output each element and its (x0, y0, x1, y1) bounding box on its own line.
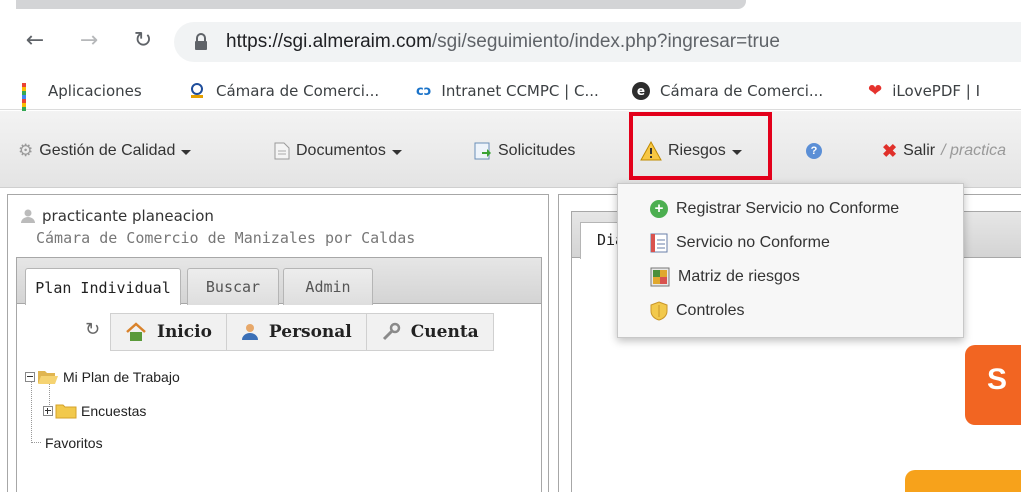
tree-line (31, 381, 32, 441)
menu-label: Documentos (296, 142, 386, 159)
tree-node-encuestas[interactable]: Encuestas (43, 401, 146, 421)
bookmark-ilovepdf[interactable]: ❤ iLovePDF | I (868, 80, 980, 102)
browser-tab[interactable] (16, 0, 746, 9)
request-icon (474, 142, 491, 160)
menu-label: Gestión de Calidad (39, 142, 176, 159)
tabs-header: Plan Individual Buscar Admin (17, 258, 541, 306)
refresh-icon[interactable]: ↻ (85, 319, 100, 340)
user-suffix: / practica (941, 142, 1007, 159)
heart-icon: ❤ (868, 81, 883, 101)
caret-down-icon (391, 149, 402, 155)
tree-label: Favoritos (45, 435, 103, 451)
cuenta-button[interactable]: Cuenta (365, 313, 494, 351)
tree-label: Encuestas (81, 403, 147, 419)
inicio-button[interactable]: Inicio (110, 313, 227, 351)
left-panel: practicante planeacion Cámara de Comerci… (7, 194, 549, 492)
tree-node-plan[interactable]: Mi Plan de Trabajo (25, 367, 180, 387)
dropdown-item-matriz[interactable]: Matriz de riesgos (650, 266, 800, 288)
tab-admin[interactable]: Admin (283, 268, 373, 305)
inicio-label: Inicio (157, 322, 212, 342)
lock-icon (195, 33, 207, 50)
menu-salir[interactable]: ✖ Salir / practica (882, 139, 1006, 163)
user-icon (21, 209, 35, 223)
bookmark-camara-1[interactable]: Cámara de Comerci... (188, 80, 379, 102)
tree-node-favoritos[interactable]: Favoritos (45, 433, 103, 453)
browser-toolbar: ← → ↻ https://sgi.almeraim.com/sgi/segui… (0, 16, 1021, 72)
bookmark-label: Aplicaciones (48, 82, 142, 100)
riesgos-dropdown: + Registrar Servicio no Conforme Servici… (617, 183, 964, 338)
help-icon: ? (806, 143, 822, 159)
menu-documentos[interactable]: Documentos (274, 139, 402, 163)
matrix-icon (650, 267, 670, 287)
red-x-icon: ✖ (882, 140, 898, 161)
address-bar[interactable]: https://sgi.almeraim.com/sgi/seguimiento… (174, 22, 1021, 62)
url-text: https://sgi.almeraim.com/sgi/seguimiento… (226, 31, 780, 53)
e-circle-icon: e (632, 82, 650, 100)
bookmark-label: Cámara de Comerci... (216, 82, 380, 100)
document-icon (274, 142, 290, 160)
browser-tab-strip (0, 0, 1021, 16)
green-plus-icon: + (650, 200, 668, 218)
bookmark-camara-2[interactable]: e Cámara de Comerci... (632, 80, 823, 102)
personal-label: Personal (268, 322, 352, 342)
dropdown-item-controles[interactable]: Controles (650, 300, 744, 322)
orange-tile-text: S (987, 363, 1008, 396)
menu-label: Solicitudes (498, 142, 576, 159)
folder-icon (55, 404, 77, 419)
open-folder-icon (38, 371, 58, 384)
app-menubar: ⚙ Gestión de Calidad Documentos Solicitu… (0, 111, 1021, 188)
bookmark-label: Intranet CCMPC | C... (441, 82, 599, 100)
bookmark-label: iLovePDF | I (892, 82, 981, 100)
sub-navigation: Inicio Personal Cuenta (110, 313, 494, 353)
user-name: practicante planeacion (42, 207, 214, 225)
organization-name: Cámara de Comercio de Manizales por Cald… (36, 229, 416, 247)
personal-button[interactable]: Personal (225, 313, 367, 351)
apps-grid-icon (22, 83, 38, 119)
reload-icon[interactable]: ↻ (128, 26, 158, 56)
cuenta-label: Cuenta (410, 322, 479, 342)
orange-tile-bottom[interactable] (905, 470, 1021, 492)
tab-buscar[interactable]: Buscar (187, 268, 279, 305)
menu-gestion-calidad[interactable]: ⚙ Gestión de Calidad (18, 139, 192, 163)
dropdown-item-registrar[interactable]: + Registrar Servicio no Conforme (650, 198, 899, 220)
user-info: practicante planeacion (20, 207, 214, 225)
dropdown-item-servicio[interactable]: Servicio no Conforme (650, 232, 830, 254)
bookmarks-bar: Aplicaciones Cámara de Comerci... cɔ Int… (0, 72, 1021, 119)
caret-down-icon (181, 149, 192, 155)
person-icon (241, 324, 258, 340)
menu-solicitudes[interactable]: Solicitudes (474, 139, 575, 163)
left-tabs: Plan Individual Buscar Admin ↻ Inicio Pe… (16, 257, 542, 492)
url-path: /sgi/seguimiento/index.php?ingresar=true (431, 31, 780, 52)
tab-plan-individual[interactable]: Plan Individual (25, 268, 181, 306)
shield-icon (650, 301, 668, 321)
form-icon (650, 233, 668, 253)
help-button[interactable]: ? (806, 139, 822, 163)
home-icon (126, 322, 146, 341)
gear-icon: ⚙ (18, 141, 34, 161)
wrench-icon (382, 322, 401, 341)
tab-body: ↻ Inicio Personal Cuenta Mi Plan de Trab… (17, 305, 541, 492)
expand-icon[interactable] (43, 406, 53, 416)
url-host: https://sgi.almeraim.com (226, 31, 432, 52)
dropdown-label: Registrar Servicio no Conforme (676, 200, 900, 217)
forward-arrow-icon[interactable]: → (74, 26, 104, 56)
dropdown-label: Matriz de riesgos (678, 268, 800, 285)
dropdown-label: Controles (676, 302, 745, 319)
bookmark-label: Cámara de Comerci... (660, 82, 824, 100)
orange-tile[interactable]: S (965, 345, 1021, 425)
tree-line (31, 442, 41, 443)
menu-label: Salir (903, 142, 936, 159)
chamber-logo-icon (191, 83, 203, 98)
highlight-annotation (629, 112, 772, 180)
tree-label: Mi Plan de Trabajo (63, 369, 180, 385)
bookmark-intranet[interactable]: cɔ Intranet CCMPC | C... (416, 80, 599, 102)
collapse-icon[interactable] (25, 372, 35, 382)
bookmark-aplicaciones[interactable]: Aplicaciones (22, 80, 142, 119)
back-arrow-icon[interactable]: ← (20, 26, 50, 56)
intranet-logo-icon: cɔ (416, 83, 432, 99)
dropdown-label: Servicio no Conforme (676, 234, 830, 251)
